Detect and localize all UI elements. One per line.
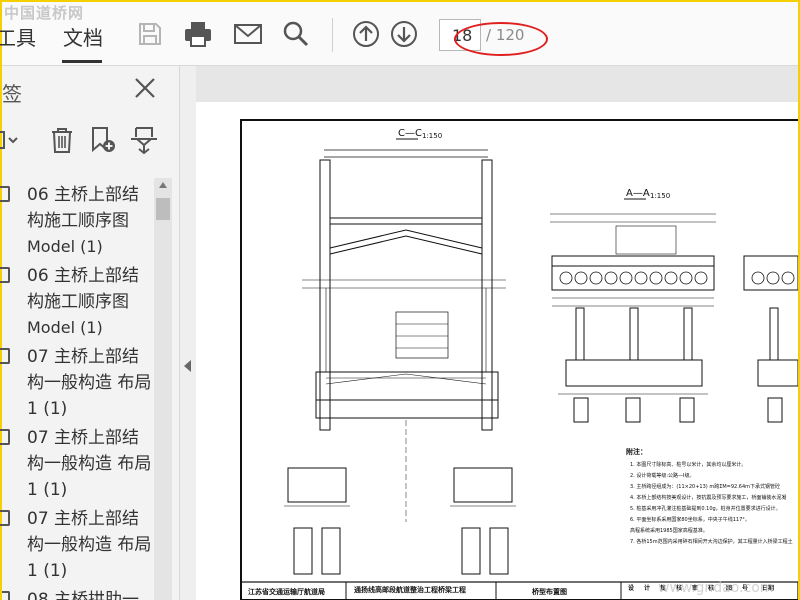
bookmark-icon (0, 186, 10, 202)
engineering-drawing: C—C 1:150 A—A 1:150 附注： 1. 本图尺寸除标高、桩号以米计… (240, 119, 798, 600)
site-watermark-logo: 中国道桥网 (4, 4, 85, 22)
list-item[interactable]: 08 主桥拱肋一 (2, 583, 154, 600)
note-line: 1. 本图尺寸除标高、桩号以米计，其余均以厘米计。 (630, 461, 746, 468)
title-company: 江苏省交通运输厅航道局 (248, 587, 325, 596)
bookmark-icon (0, 267, 10, 283)
note-line: 7. 各桥15m范围内采用碎石相间开大沟边保护，其工程量计入桥梁工程土 (630, 538, 793, 545)
bookmark-expand-button[interactable] (129, 124, 159, 156)
bookmark-title: 07 主桥上部结构一般构造 布局1 (1) (27, 428, 152, 500)
bookmark-move-icon (131, 127, 157, 155)
notes-title: 附注： (626, 447, 647, 456)
note-line: 3. 主桥跨径组成为：(11×20+13) m跨ΣM=92.64m下承式钢管砼 (630, 483, 780, 490)
delete-bookmark-button[interactable] (47, 124, 77, 156)
arrow-down-circle-icon (391, 21, 417, 47)
close-icon (135, 78, 155, 98)
active-tab-indicator (62, 60, 102, 63)
pdf-page: C—C 1:150 A—A 1:150 附注： 1. 本图尺寸除标高、桩号以米计… (196, 102, 798, 600)
section-cc-scale: 1:150 (422, 132, 442, 140)
bookmark-list: 06 主桥上部结构施工顺序图 Model (1) 06 主桥上部结构施工顺序图 … (0, 178, 154, 600)
section-cc-label: C—C (398, 128, 422, 139)
note-line: 4. 本桥上部结构按美观设计，按抗震及预写要求施工，桥面铺装水泥凝 (630, 494, 786, 501)
bookmark-title: 08 主桥拱肋一 (27, 590, 140, 600)
bookmark-title: 06 主桥上部结构施工顺序图 (27, 266, 140, 312)
tab-tools[interactable]: 工具 (0, 22, 36, 51)
trash-icon (52, 128, 72, 153)
search-button[interactable] (280, 18, 312, 50)
list-item[interactable]: 07 主桥上部结构一般构造 布局1 (1) (0, 421, 154, 502)
collapse-panel-handle[interactable] (180, 66, 196, 600)
bookmark-title: 07 主桥上部结构一般构造 布局1 (1) (27, 509, 152, 581)
list-item[interactable]: 07 主桥上部结构一般构造 布局1 (1) (0, 340, 154, 421)
list-item[interactable]: 06 主桥上部结构施工顺序图 Model (1) (0, 178, 154, 259)
title-col: 设 (628, 584, 634, 592)
bookmark-title: 06 主桥上部结构施工顺序图 (27, 185, 140, 231)
arrow-up-circle-icon (353, 21, 379, 47)
bookmark-icon (0, 348, 10, 364)
note-line: 2. 设计荷载等级:公路—I级。 (630, 472, 695, 479)
bookmarks-panel: 签 06 主桥上部结构施工顺序图 Model (1) 06 主桥上部结构施工顺序… (0, 66, 180, 600)
list-item[interactable]: 06 主桥上部结构施工顺序图 Model (1) (0, 259, 154, 340)
note-line: 5. 桩基采用冲孔灌注桩基础提到0.10g，桩身并位置要求进行设计。 (630, 505, 781, 512)
toolbar-separator (332, 18, 333, 52)
bookmark-add-icon (92, 127, 115, 153)
previous-page-button[interactable] (350, 18, 382, 50)
panel-title: 签 (2, 82, 22, 106)
chevron-left-icon (184, 360, 191, 372)
list-item[interactable]: 07 主桥上部结构一般构造 布局1 (1) (0, 502, 154, 583)
red-annotation-ellipse (454, 22, 548, 56)
bookmark-scrollbar[interactable] (154, 178, 172, 600)
note-line: 高程系统采用1985国家高程基准。 (630, 527, 708, 534)
section-aa-scale: 1:150 (650, 192, 670, 200)
bookmark-icon (2, 591, 10, 600)
bookmark-suffix: Model (1) (27, 237, 103, 256)
bookmark-options-button[interactable] (0, 124, 24, 156)
title-project: 通扬线高邮段航道整治工程桥梁工程 (354, 585, 466, 594)
tab-document[interactable]: 文档 (63, 22, 103, 51)
print-icon (185, 22, 211, 47)
note-line: 6. 平面坐标系采用国家80坐标系，中央子午线117°， (630, 516, 750, 523)
save-icon (139, 23, 161, 45)
save-button[interactable] (134, 18, 166, 50)
mail-icon (234, 24, 262, 44)
bookmark-title: 07 主桥上部结构一般构造 布局1 (1) (27, 347, 152, 419)
print-button[interactable] (182, 18, 214, 50)
title-drawing-name: 桥型布置图 (532, 587, 567, 596)
close-panel-button[interactable] (133, 76, 157, 100)
next-page-button[interactable] (388, 18, 420, 50)
add-bookmark-button[interactable] (88, 124, 118, 156)
scroll-thumb[interactable] (156, 198, 170, 220)
chevron-down-icon (0, 131, 18, 149)
mail-button[interactable] (232, 18, 264, 50)
scroll-up-icon[interactable] (159, 182, 167, 188)
title-col: 计 (644, 584, 650, 592)
bookmark-icon (0, 429, 10, 445)
search-icon (283, 21, 309, 47)
document-viewport[interactable]: C—C 1:150 A—A 1:150 附注： 1. 本图尺寸除标高、桩号以米计… (196, 66, 798, 600)
main-toolbar: 中国道桥网 工具 文档 18 / 120 (0, 2, 798, 66)
bookmark-suffix: Model (1) (27, 318, 103, 337)
bookmark-icon (0, 510, 10, 526)
site-url-watermark: www.gndao.com (658, 580, 773, 596)
section-aa-label: A—A (626, 188, 650, 199)
